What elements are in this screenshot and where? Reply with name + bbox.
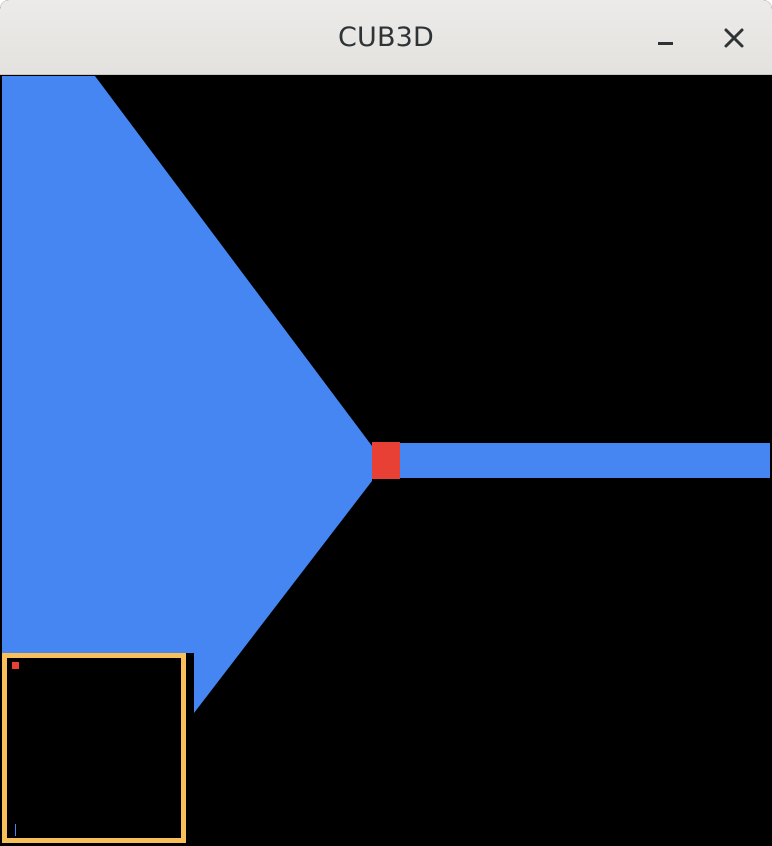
close-button[interactable] — [714, 18, 754, 58]
minimap — [2, 653, 186, 843]
minimap-ray — [15, 824, 16, 836]
player-marker — [372, 442, 400, 479]
minimize-button[interactable] — [646, 18, 686, 58]
app-window: CUB3D — [0, 0, 772, 846]
ray-beam — [400, 443, 770, 478]
minimap-player — [12, 662, 19, 669]
close-icon — [724, 28, 744, 48]
minimize-icon — [658, 42, 673, 45]
title-bar[interactable]: CUB3D — [0, 0, 772, 75]
